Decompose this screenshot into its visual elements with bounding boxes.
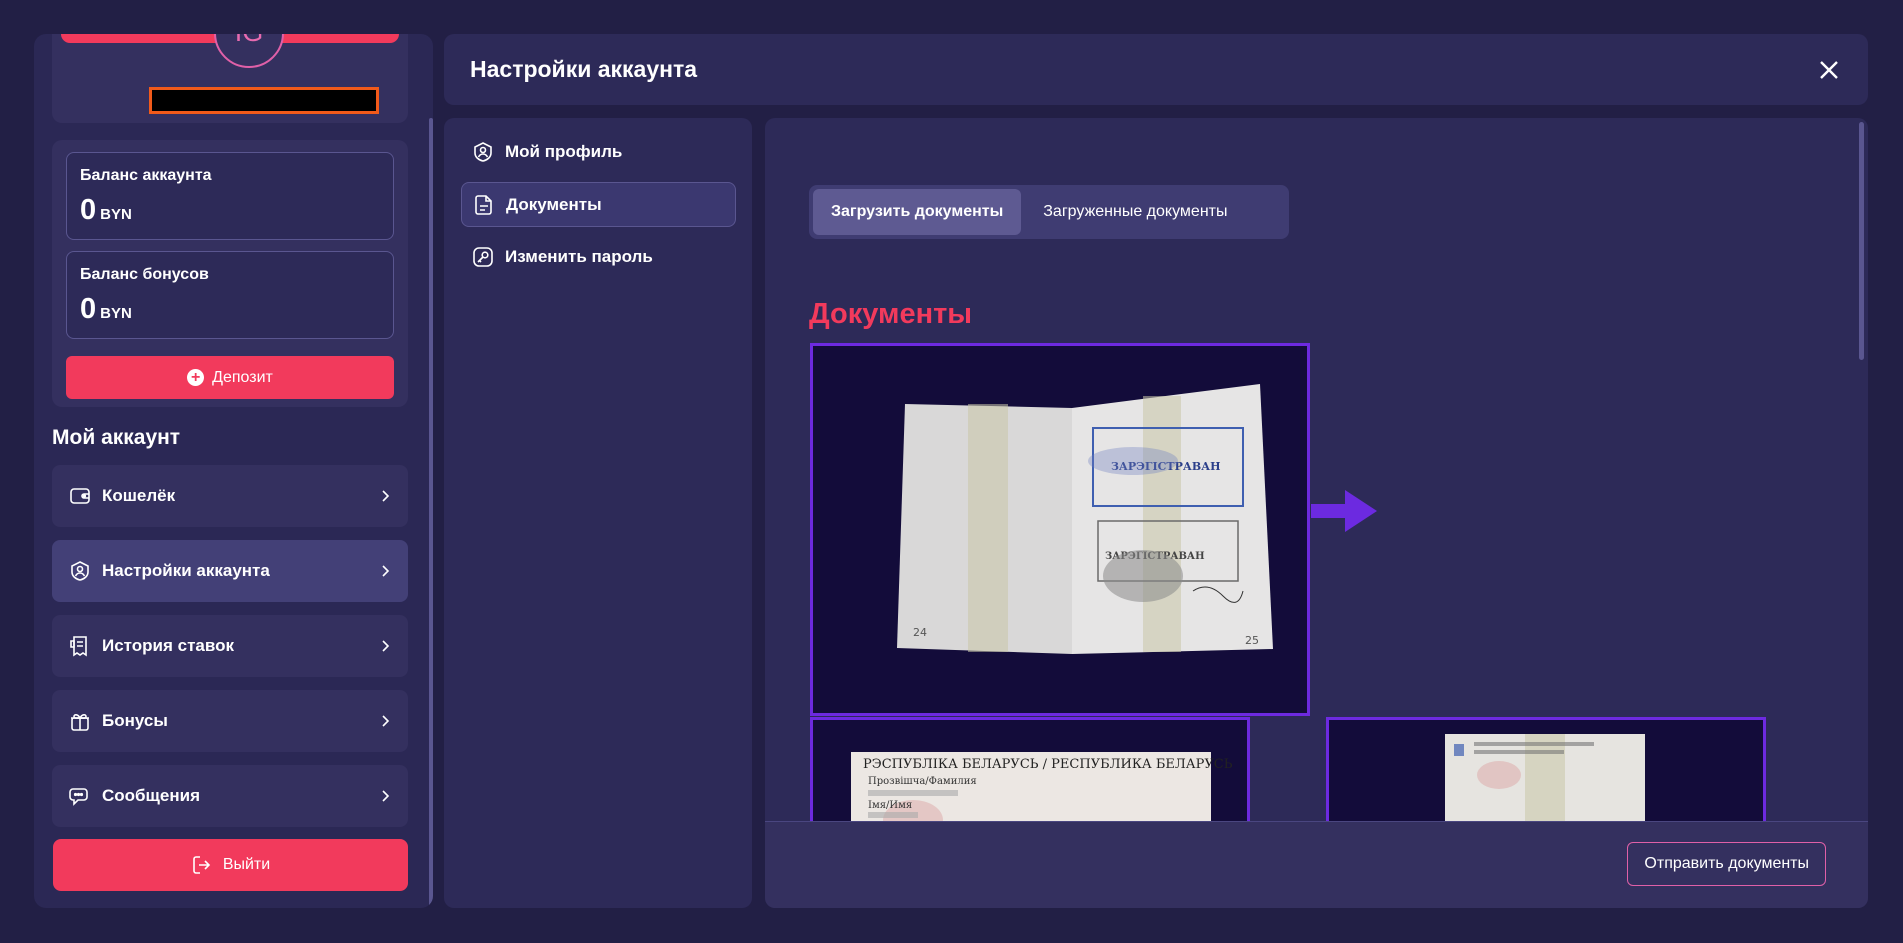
passport-registration-sample: 24 ЗАРЭГІСТРАВАН ЗАРЭГІСТРАВАН 25 bbox=[810, 343, 1310, 716]
bonus-balance-currency: BYN bbox=[100, 305, 132, 322]
account-balance-label: Баланс аккаунта bbox=[80, 167, 212, 184]
nav-item-label: Документы bbox=[506, 194, 602, 214]
documents-footer: Отправить документы bbox=[765, 821, 1868, 908]
chevron-right-icon bbox=[382, 640, 390, 652]
balances-card: Баланс аккаунта 0 BYN Баланс бонусов 0 B… bbox=[52, 140, 408, 407]
bonus-balance-card: Баланс бонусов 0 BYN bbox=[66, 251, 394, 339]
menu-item-label: Бонусы bbox=[102, 711, 168, 730]
sidebar-scrollbar[interactable] bbox=[429, 118, 433, 908]
account-balance-amount: 0 bbox=[80, 194, 97, 226]
id-card-image: РЭСПУБЛІКА БЕЛАРУСЬ / РЕСПУБЛИКА БЕЛАРУС… bbox=[851, 752, 1233, 834]
tab-uploaded-documents[interactable]: Загруженные документы bbox=[1025, 189, 1245, 235]
logout-label: Выйти bbox=[222, 856, 271, 873]
menu-item-messages[interactable]: Сообщения bbox=[52, 765, 408, 827]
menu-item-wallet[interactable]: Кошелёк bbox=[52, 465, 408, 527]
page-number-right: 25 bbox=[1245, 634, 1259, 647]
content-scrollbar[interactable] bbox=[1859, 122, 1864, 360]
menu-item-label: Сообщения bbox=[102, 786, 200, 805]
menu-item-label: Настройки аккаунта bbox=[102, 561, 270, 580]
close-button[interactable] bbox=[1816, 57, 1842, 83]
deposit-button[interactable]: + Депозит bbox=[66, 356, 394, 399]
settings-header: Настройки аккаунта bbox=[444, 34, 1868, 105]
bonus-balance-amount: 0 bbox=[80, 293, 97, 325]
account-balance-card: Баланс аккаунта 0 BYN bbox=[66, 152, 394, 240]
menu-item-label: Кошелёк bbox=[102, 486, 176, 505]
tab-upload-documents[interactable]: Загрузить документы bbox=[813, 189, 1022, 235]
page-number-left: 24 bbox=[913, 626, 927, 639]
logout-icon bbox=[193, 856, 210, 874]
passport-page-sample bbox=[1326, 717, 1766, 837]
chevron-right-icon bbox=[382, 715, 390, 727]
close-icon bbox=[1820, 60, 1838, 79]
profile-card: IG bbox=[52, 34, 408, 123]
logout-button[interactable]: Выйти bbox=[53, 839, 408, 891]
documents-tabs: Загрузить документы Загруженные документ… bbox=[809, 185, 1289, 239]
bonus-balance-label: Баланс бонусов bbox=[80, 266, 209, 283]
sidebar: IG Баланс аккаунта 0 BYN Баланс бонусов … bbox=[34, 34, 433, 908]
chevron-right-icon bbox=[382, 565, 390, 577]
nav-item-documents[interactable]: Документы bbox=[461, 182, 736, 227]
my-account-title: Мой аккаунт bbox=[52, 426, 181, 449]
id-card-sample: РЭСПУБЛІКА БЕЛАРУСЬ / РЕСПУБЛИКА БЕЛАРУС… bbox=[810, 717, 1250, 837]
profile-icon bbox=[471, 140, 495, 164]
deposit-button-label: Депозит bbox=[212, 368, 273, 386]
nav-item-label: Изменить пароль bbox=[505, 246, 653, 266]
avatar[interactable]: IG bbox=[214, 34, 284, 68]
id-card-header: РЭСПУБЛІКА БЕЛАРУСЬ / РЕСПУБЛИКА БЕЛАРУС… bbox=[863, 757, 1233, 772]
passport-spread-image: 24 ЗАРЭГІСТРАВАН ЗАРЭГІСТРАВАН 25 bbox=[897, 384, 1273, 654]
page-title: Настройки аккаунта bbox=[470, 56, 698, 82]
chat-icon bbox=[68, 784, 92, 808]
account-balance-currency: BYN bbox=[100, 206, 132, 223]
username-redacted bbox=[149, 87, 379, 114]
gift-icon bbox=[68, 709, 92, 733]
arrow-right-icon bbox=[1311, 490, 1377, 532]
nav-item-label: Мой профиль bbox=[505, 141, 623, 161]
plus-circle-icon: + bbox=[187, 369, 205, 386]
chevron-right-icon bbox=[382, 490, 390, 502]
user-settings-icon bbox=[68, 559, 92, 583]
documents-content: Загрузить документы Загруженные документ… bbox=[765, 118, 1868, 908]
documents-title: Документы bbox=[809, 298, 973, 330]
chevron-right-icon bbox=[382, 790, 390, 802]
menu-item-bonuses[interactable]: Бонусы bbox=[52, 690, 408, 752]
menu-item-bet-history[interactable]: История ставок bbox=[52, 615, 408, 677]
nav-item-my-profile[interactable]: Мой профиль bbox=[461, 129, 736, 174]
document-icon bbox=[472, 193, 496, 217]
key-icon bbox=[471, 245, 495, 269]
menu-item-account-settings[interactable]: Настройки аккаунта bbox=[52, 540, 408, 602]
nav-item-change-password[interactable]: Изменить пароль bbox=[461, 234, 736, 279]
receipt-icon bbox=[68, 634, 92, 658]
wallet-icon bbox=[68, 484, 92, 508]
passport-page-image bbox=[1445, 734, 1645, 834]
menu-item-label: История ставок bbox=[102, 636, 234, 655]
settings-nav: Мой профиль Документы Изменить пароль bbox=[444, 118, 752, 908]
id-card-name-label: Імя/Имя bbox=[868, 800, 912, 811]
id-card-surname-label: Прозвішча/Фамилия bbox=[868, 776, 977, 787]
submit-documents-button[interactable]: Отправить документы bbox=[1627, 842, 1826, 886]
